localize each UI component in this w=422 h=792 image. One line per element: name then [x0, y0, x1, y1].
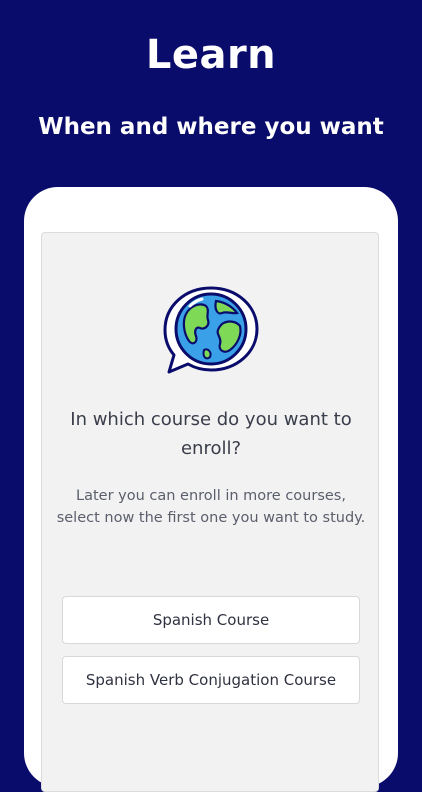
course-button-label: Spanish Verb Conjugation Course: [85, 671, 337, 689]
enroll-question: In which course do you want to enroll?: [70, 409, 352, 459]
page-subtitle: When and where you want: [38, 114, 384, 140]
course-button-label: Spanish Course: [152, 611, 270, 629]
enroll-hint: Later you can enroll in more courses, se…: [56, 488, 366, 526]
spanish-course-button[interactable]: Spanish Course: [62, 596, 360, 644]
spanish-verb-conjugation-course-button[interactable]: Spanish Verb Conjugation Course: [62, 656, 360, 704]
page-title: Learn: [145, 32, 277, 78]
globe-chat-bubble-icon: [160, 284, 262, 380]
